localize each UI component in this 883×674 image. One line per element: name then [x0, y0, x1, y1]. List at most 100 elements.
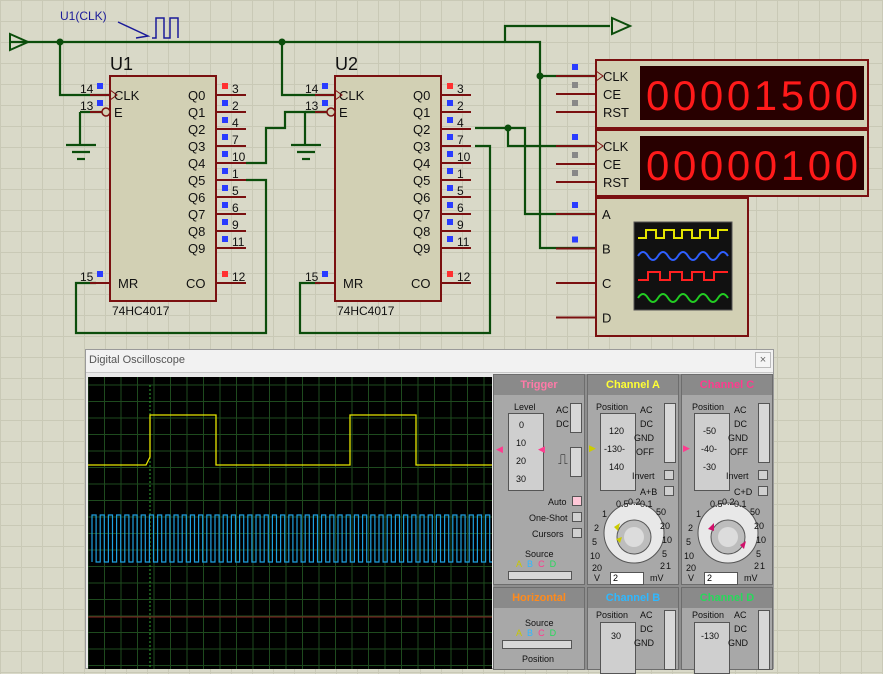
channel-a-dial-0.2: 0.2 — [628, 497, 641, 507]
pin-state-icon — [97, 271, 103, 277]
channel-c-cplusd-button[interactable] — [758, 486, 768, 496]
pin-number: 2 — [457, 99, 464, 113]
pin-number: 1 — [457, 167, 464, 181]
pin-number: 12 — [457, 270, 471, 284]
u2-ref: U2 — [335, 54, 358, 74]
pin-state-icon — [447, 83, 453, 89]
pin-state-icon — [447, 117, 453, 123]
pin-state-icon — [447, 185, 453, 191]
channel-c-position-wheel[interactable]: -50 -40- -30 — [694, 413, 730, 491]
clock-label: U1(CLK) — [60, 9, 107, 23]
channel-a-dial-0.1: 0.1 — [640, 499, 653, 509]
pin-state-icon — [222, 236, 228, 242]
pin-name: Q4 — [413, 156, 430, 171]
counter-1: 00001500 CLKCERST — [556, 59, 869, 129]
u2-part: 74HC4017 — [337, 304, 395, 318]
channel-a-aplusb-button[interactable] — [664, 486, 674, 496]
pin-name: Q6 — [413, 190, 430, 205]
pin-name: CO — [411, 276, 431, 291]
pin-name: Q8 — [413, 224, 430, 239]
trigger-marker-icon: ◀ — [496, 444, 503, 454]
u1-ref: U1 — [110, 54, 133, 74]
pin-name: E — [114, 105, 123, 120]
pin-number: 10 — [232, 150, 246, 164]
channel-a-marker-icon: ▶ — [589, 443, 596, 453]
channel-a-dial-50: 50 — [656, 507, 667, 517]
channel-a-dial-5b: 5 — [662, 549, 668, 559]
channel-a-dial-5: 5 — [592, 537, 598, 547]
channel-d-title: Channel D — [682, 588, 772, 608]
pin-state-icon — [322, 100, 328, 106]
pin-state-icon — [222, 219, 228, 225]
pin-number: 6 — [232, 201, 239, 215]
pin-state-icon — [447, 271, 453, 277]
pin-state-icon — [447, 219, 453, 225]
pin-state-icon — [572, 64, 578, 70]
pin-name: MR — [343, 276, 363, 291]
channel-a-dial-0.5: 0.5 — [616, 499, 629, 509]
channel-d-position-wheel[interactable]: -130 — [694, 622, 730, 674]
channel-a-dial-2: 2 — [594, 523, 600, 533]
u2-chip: U2 74HC4017 14 CLK13 E15 MR3Q02Q14Q27Q310Q4… — [305, 54, 471, 318]
pin-state-icon — [222, 117, 228, 123]
pin-number: 13 — [80, 99, 94, 113]
close-button[interactable]: × — [755, 352, 771, 368]
channel-b-coupling-switch[interactable] — [664, 610, 676, 670]
pin-name: Q3 — [413, 139, 430, 154]
channel-b-position-wheel[interactable]: 30 — [600, 622, 636, 674]
counter-pin-label: CLK — [603, 139, 629, 154]
pin-name: CLK — [114, 88, 140, 103]
channel-a-invert-button[interactable] — [664, 470, 674, 480]
pin-number: 3 — [232, 82, 239, 96]
pin-name: MR — [118, 276, 138, 291]
pin-number: 14 — [305, 82, 319, 96]
trigger-cursors-button[interactable] — [572, 528, 582, 538]
pin-name: Q5 — [188, 173, 205, 188]
pin-number: 6 — [457, 201, 464, 215]
channel-a-title: Channel A — [588, 375, 678, 395]
scope-pin-label: C — [602, 276, 611, 291]
channel-a-trace — [88, 414, 492, 466]
trigger-edge-icon: ⎍ — [558, 451, 568, 467]
channel-a-coupling-switch[interactable] — [664, 403, 676, 463]
horizontal-source-slider[interactable] — [502, 640, 572, 649]
channel-a-position-wheel[interactable]: 120 -130- 140 — [600, 413, 636, 491]
channel-c-invert-button[interactable] — [758, 470, 768, 480]
pin-state-icon — [222, 168, 228, 174]
channel-c-coupling-switch[interactable] — [758, 403, 770, 463]
trigger-coupling-switch[interactable] — [570, 403, 582, 433]
pin-number: 4 — [232, 116, 239, 130]
channel-a-dial-10b: 10 — [590, 551, 601, 561]
oscilloscope-titlebar[interactable]: Digital Oscilloscope × — [86, 350, 773, 373]
pin-number: 13 — [305, 99, 319, 113]
trigger-auto-button[interactable] — [572, 496, 582, 506]
trigger-oneshot-label: One-Shot — [529, 513, 568, 523]
channel-d-coupling-switch[interactable] — [758, 610, 770, 670]
oscilloscope-symbol: A B C D — [556, 197, 749, 337]
channel-a-dial-2b: 2 — [660, 561, 666, 571]
pin-number: 14 — [80, 82, 94, 96]
trigger-source-letters: A B C D — [516, 559, 557, 569]
channel-a-dial-1b: 1 — [666, 561, 672, 571]
trigger-ac-label: AC — [556, 405, 569, 415]
trigger-source-slider[interactable] — [508, 571, 572, 580]
oscilloscope-window: Digital Oscilloscope × Trigger Level 0 1… — [85, 349, 774, 674]
trigger-edge-switch[interactable] — [570, 447, 582, 477]
channel-c-volts-value[interactable]: 2 — [704, 572, 738, 585]
channel-a-volts-value[interactable]: 2 — [610, 572, 644, 585]
scope-control-panel: Trigger Level 0 10 20 30 ◀ ◀ AC DC ⎍ Aut… — [493, 374, 773, 674]
pin-state-icon — [97, 83, 103, 89]
pin-number: 7 — [457, 133, 464, 147]
pin-number: 11 — [232, 235, 245, 249]
pin-name: CO — [186, 276, 206, 291]
pin-state-icon — [572, 134, 578, 140]
wires — [10, 24, 610, 335]
pin-name: Q2 — [188, 122, 205, 137]
trigger-oneshot-button[interactable] — [572, 512, 582, 522]
trigger-source-label: Source — [525, 549, 554, 559]
pin-number: 5 — [232, 184, 239, 198]
pin-name: Q1 — [413, 105, 430, 120]
channel-a-position-label: Position — [596, 402, 629, 412]
pin-state-icon — [322, 271, 328, 277]
clock-waveform-icon — [117, 17, 179, 39]
